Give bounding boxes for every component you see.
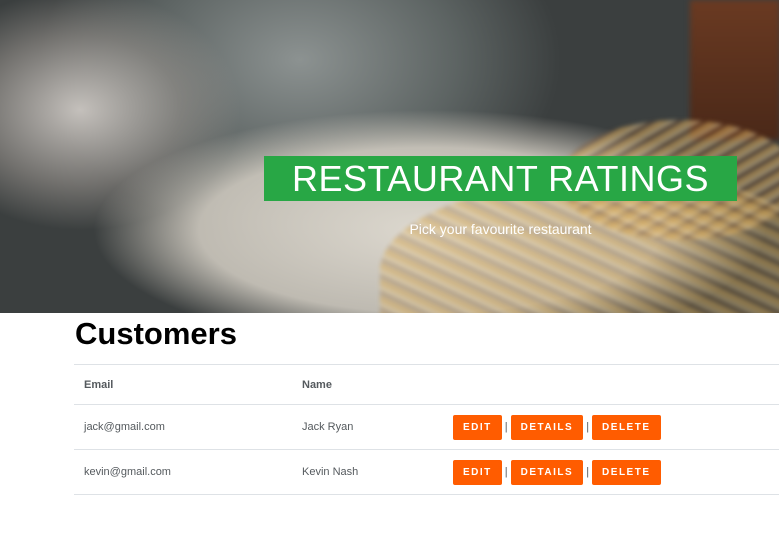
hero-title: RESTAURANT RATINGS (291, 157, 710, 199)
column-header-name: Name (292, 364, 443, 405)
hero-title-box: RESTAURANT RATINGS (264, 156, 737, 201)
actions-cell: EDIT | DETAILS | DELETE (443, 404, 779, 450)
action-separator: | (504, 421, 508, 433)
details-button[interactable]: DETAILS (510, 459, 584, 485)
delete-button[interactable]: DELETE (592, 459, 661, 485)
column-header-email: Email (74, 364, 292, 405)
edit-button[interactable]: EDIT (453, 459, 502, 485)
delete-button[interactable]: DELETE (592, 414, 661, 440)
actions-cell: EDIT | DETAILS | DELETE (443, 449, 779, 495)
column-header-actions (443, 364, 779, 405)
edit-button[interactable]: EDIT (453, 414, 502, 440)
action-separator: | (586, 421, 590, 433)
hero-banner: RESTAURANT RATINGS Pick your favourite r… (0, 0, 779, 313)
table-header-row: Email Name (74, 364, 779, 405)
name-cell: Jack Ryan (292, 404, 443, 450)
details-button[interactable]: DETAILS (510, 414, 584, 440)
action-separator: | (504, 466, 508, 478)
email-cell: kevin@gmail.com (74, 449, 292, 495)
hero-subtitle: Pick your favourite restaurant (409, 221, 592, 237)
name-cell: Kevin Nash (292, 449, 443, 495)
table-row: jack@gmail.com Jack Ryan EDIT | DETAILS | DE… (74, 404, 779, 450)
page-title: Customers (75, 316, 237, 351)
action-separator: | (586, 466, 590, 478)
hero-background-wood (690, 0, 779, 140)
customers-table: Email Name jack@gmail.com Jack Ryan EDIT… (74, 364, 779, 495)
email-cell: jack@gmail.com (74, 404, 292, 450)
table-row: kevin@gmail.com Kevin Nash EDIT | DETAILS |… (74, 449, 779, 495)
table-body: jack@gmail.com Jack Ryan EDIT | DETAILS | DE… (74, 404, 779, 495)
table-header: Email Name (74, 364, 779, 405)
